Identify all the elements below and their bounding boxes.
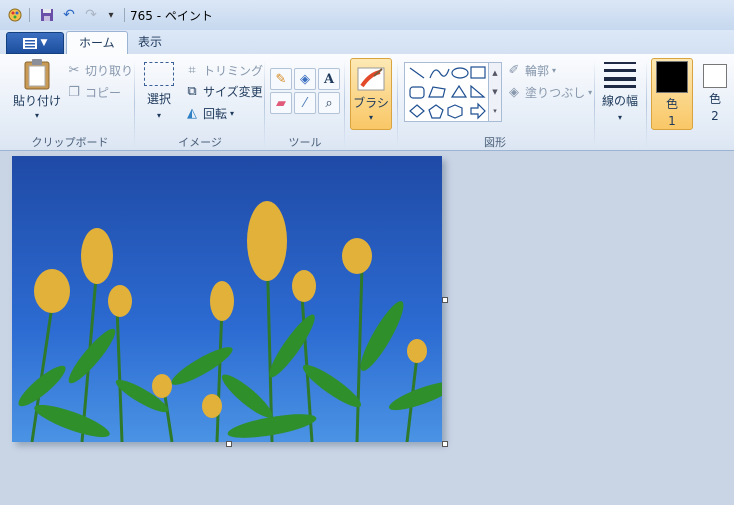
window-title: 765 - ペイント <box>130 9 213 23</box>
rotate-button[interactable]: ◭ 回転 ▾ <box>184 105 234 122</box>
separator <box>134 60 135 148</box>
menu-icon <box>22 37 37 49</box>
chevron-down-icon: ▾ <box>34 111 39 120</box>
chevron-down-icon: ▼ <box>492 87 498 96</box>
save-icon[interactable] <box>38 6 56 24</box>
tab-home[interactable]: ホーム <box>66 31 128 55</box>
paint-bucket-icon: ◈ <box>300 71 310 87</box>
fill-label: 塗りつぶし <box>525 86 586 100</box>
clipboard-group-label: クリップボード <box>31 136 109 149</box>
tab-view[interactable]: 表示 <box>126 31 174 54</box>
size-button[interactable]: 線の幅 ▾ <box>600 60 640 122</box>
brush-label: ブラシ <box>353 96 389 110</box>
pencil-tool[interactable]: ✎ <box>270 68 292 90</box>
clipboard-icon <box>24 59 50 90</box>
outline-button[interactable]: ✐ 輪郭 ▾ <box>506 62 556 79</box>
color1-button[interactable]: 色 1 <box>651 58 693 130</box>
chevron-down-icon: ▾ <box>588 88 593 97</box>
separator <box>594 60 595 148</box>
color1-number: 1 <box>668 113 676 128</box>
scissors-icon: ✂ <box>68 63 80 78</box>
separator <box>646 60 647 148</box>
copy-button[interactable]: ❐ コピー <box>66 84 121 101</box>
eraser-icon: ▰ <box>276 95 286 111</box>
size-label: 線の幅 <box>601 94 638 108</box>
photo-goldenrod <box>12 156 442 442</box>
copy-icon: ❐ <box>68 85 80 100</box>
chevron-down-icon: ▾ <box>617 113 622 122</box>
shapes-gallery[interactable] <box>404 62 501 122</box>
text-tool[interactable]: A <box>318 68 340 90</box>
line-width-icon <box>604 62 636 88</box>
eyedropper-icon: ⁄ <box>303 95 307 111</box>
shapes-icons <box>409 66 486 120</box>
resize-icon: ⧉ <box>187 84 197 99</box>
color2-number: 2 <box>711 108 719 123</box>
image-group-label: イメージ <box>178 136 222 149</box>
text-icon: A <box>323 71 335 87</box>
crop-icon: ⌗ <box>188 63 196 78</box>
brush-icon <box>357 67 385 91</box>
separator <box>264 60 265 148</box>
outline-label: 輪郭 <box>525 64 550 78</box>
rotate-label: 回転 <box>203 107 228 121</box>
paint-menu-button[interactable]: ▼ <box>6 32 64 54</box>
image-canvas[interactable] <box>12 156 442 442</box>
fill-button[interactable]: ◈ 塗りつぶし ▾ <box>506 84 592 101</box>
outline-icon: ✐ <box>508 63 520 78</box>
chevron-down-icon: ▾ <box>552 66 557 75</box>
color2-button[interactable]: 色 2 <box>700 58 730 128</box>
color2-label: 色 <box>708 91 721 106</box>
quick-access-dropdown-icon[interactable]: ▾ <box>102 6 120 24</box>
chevron-down-icon: ▾ <box>156 111 161 120</box>
brush-button[interactable]: ブラシ ▾ <box>350 58 392 130</box>
crop-label: トリミング <box>203 64 264 78</box>
chevron-down-icon: ▼ <box>40 38 48 48</box>
color-picker-tool[interactable]: ⁄ <box>294 92 316 114</box>
color1-label: 色 <box>665 96 678 111</box>
magnifier-tool[interactable]: ⌕ <box>318 92 340 114</box>
resize-handle-corner[interactable] <box>442 441 448 447</box>
resize-label: サイズ変更 <box>203 85 263 99</box>
color2-swatch <box>703 63 727 88</box>
shapes-group-label: 図形 <box>484 136 506 149</box>
select-button[interactable]: 選択 ▾ <box>142 62 176 120</box>
title-bar: ↶ ↷ ▾ 765 - ペイント <box>0 0 734 30</box>
redo-icon[interactable]: ↷ <box>82 6 100 24</box>
eraser-tool[interactable]: ▰ <box>270 92 292 114</box>
magnifier-icon: ⌕ <box>325 95 333 111</box>
separator <box>344 60 345 148</box>
fill-tool[interactable]: ◈ <box>294 68 316 90</box>
shapes-scroll[interactable]: ▲ ▼ ▾ <box>488 62 502 122</box>
undo-icon[interactable]: ↶ <box>60 6 78 24</box>
paint-app-icon[interactable] <box>6 6 24 24</box>
chevron-up-icon: ▲ <box>492 68 498 77</box>
chevron-down-icon: ▾ <box>230 109 235 118</box>
select-label: 選択 <box>146 92 171 106</box>
pencil-icon: ✎ <box>275 71 287 87</box>
resize-button[interactable]: ⧉ サイズ変更 <box>184 83 263 100</box>
resize-handle-right[interactable] <box>442 297 448 303</box>
copy-label: コピー <box>85 86 122 100</box>
ribbon: 貼り付け ▾ ✂ 切り取り ❐ コピー クリップボード 選択 ▾ ⌗ トリミング… <box>0 54 734 151</box>
color1-swatch <box>656 60 688 93</box>
crop-button[interactable]: ⌗ トリミング <box>184 62 263 79</box>
cut-label: 切り取り <box>85 64 134 78</box>
selection-icon <box>144 62 174 86</box>
resize-handle-bottom[interactable] <box>226 441 232 447</box>
separator <box>397 60 398 148</box>
expand-icon: ▾ <box>493 107 497 116</box>
chevron-down-icon: ▾ <box>368 113 373 122</box>
paste-label: 貼り付け <box>13 94 62 108</box>
cut-button[interactable]: ✂ 切り取り <box>66 62 133 79</box>
paste-button[interactable]: 貼り付け ▾ <box>13 58 62 120</box>
fill-icon: ◈ <box>509 85 519 100</box>
rotate-icon: ◭ <box>187 106 197 121</box>
tools-group-label: ツール <box>288 136 322 149</box>
